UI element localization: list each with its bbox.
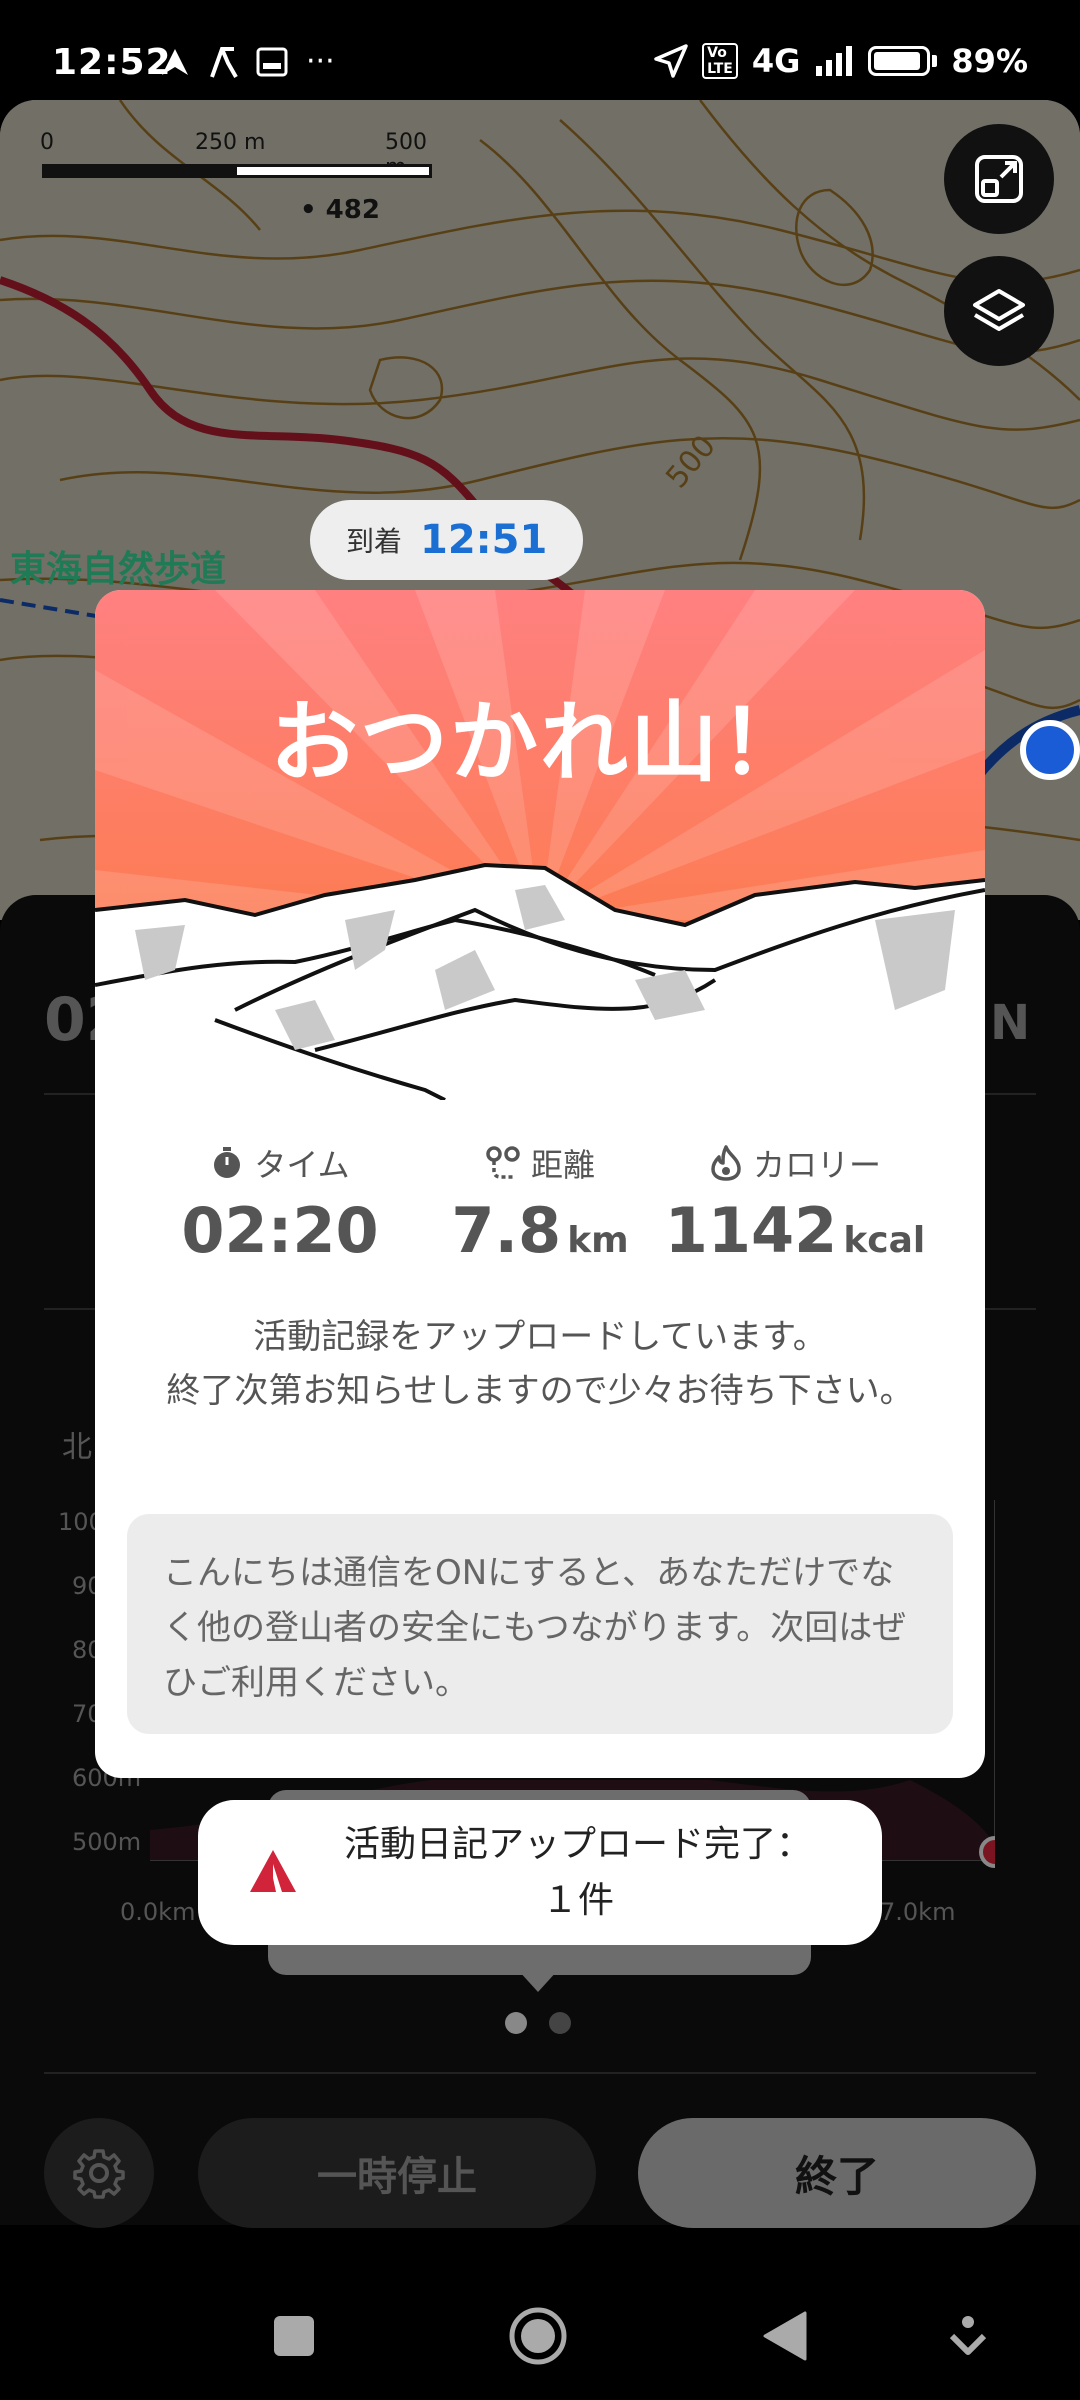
arrival-time: 12:51 xyxy=(420,517,548,563)
stat-time-value: 02:20 xyxy=(181,1194,379,1267)
activity-stats: タイム 02:20 距離 7.8 km カロリー 1142 kcal xyxy=(95,1140,985,1280)
layers-icon xyxy=(973,289,1025,331)
arrival-time-pill[interactable]: 到着 12:51 xyxy=(310,500,584,580)
background-tooltip-arrow xyxy=(518,1970,558,1992)
notification-pulldown-button[interactable] xyxy=(930,2298,1006,2374)
stat-distance-unit: km xyxy=(567,1220,629,1261)
status-notification-icons: ··· xyxy=(160,44,335,79)
more-notifications-icon: ··· xyxy=(306,44,335,79)
upload-status-message: 活動記録をアップロードしています。 終了次第お知らせしますので少々お待ち下さい。 xyxy=(155,1310,925,1418)
stat-calories-label: カロリー xyxy=(752,1146,881,1184)
pause-button[interactable]: 一時停止 xyxy=(198,2118,596,2228)
system-navigation-bar xyxy=(0,2270,1080,2400)
battery-tip xyxy=(932,55,938,67)
map-place-name: 東海自然歩道 xyxy=(10,549,227,590)
sheet-divider-3 xyxy=(44,2072,1036,2074)
status-time: 12:52 xyxy=(52,42,172,83)
stat-calories: カロリー 1142 kcal xyxy=(650,1140,940,1267)
chart-x-label: 7.0km xyxy=(880,1898,956,1926)
settings-button[interactable] xyxy=(44,2118,154,2228)
home-button[interactable] xyxy=(500,2298,576,2374)
app-notification-icon xyxy=(210,46,238,78)
gear-icon xyxy=(73,2149,125,2199)
route-pin-icon xyxy=(486,1146,520,1179)
chart-x-label: 0.0km xyxy=(120,1898,196,1926)
mountain-illustration xyxy=(95,590,985,1100)
map-expand-button[interactable] xyxy=(944,124,1054,234)
stat-time: タイム 02:20 xyxy=(165,1140,395,1267)
flame-icon xyxy=(711,1145,741,1181)
battery-percent: 89% xyxy=(951,42,1028,80)
stat-distance: 距離 7.8 km xyxy=(415,1140,665,1267)
network-type: 4G xyxy=(751,42,801,80)
stat-time-label: タイム xyxy=(254,1146,350,1184)
recents-button[interactable] xyxy=(256,2298,332,2374)
activity-complete-dialog[interactable]: おつかれ山！ タイム 02:20 距離 7.8 km カロリー 1142 kcal … xyxy=(95,590,985,1778)
navigation-notification-icon xyxy=(162,48,188,75)
back-button[interactable] xyxy=(746,2298,822,2374)
dialog-hero-banner: おつかれ山！ xyxy=(95,590,985,1100)
map-layers-button[interactable] xyxy=(944,256,1054,366)
end-activity-button[interactable]: 終了 xyxy=(638,2118,1036,2228)
square-icon xyxy=(274,2316,314,2356)
upload-complete-toast: 活動日記アップロード完了： １件 xyxy=(198,1800,882,1945)
stat-calories-unit: kcal xyxy=(843,1220,926,1261)
connectivity-info-box: こんにちは通信をONにすると、あなただけでなく他の登山者の安全にもつながります。… xyxy=(127,1514,953,1734)
sheet-north-indicator: N xyxy=(990,995,1031,1051)
chart-y-label: 500m xyxy=(72,1828,142,1856)
page-dot xyxy=(549,2012,571,2034)
pay-notification-icon xyxy=(256,47,288,76)
dialog-title: おつかれ山！ xyxy=(269,691,810,794)
battery-icon xyxy=(868,46,931,76)
back-triangle-icon xyxy=(763,2311,807,2361)
current-location-marker xyxy=(1020,720,1080,780)
toast-line-1: 活動日記アップロード完了： xyxy=(343,1823,812,1865)
stopwatch-icon xyxy=(214,1147,241,1178)
window-resize-icon xyxy=(975,155,1023,203)
status-system-icons: Vo LTE 4G 89% xyxy=(654,42,1028,80)
scale-zero: 0 xyxy=(40,130,54,155)
chart-end-marker xyxy=(979,1836,995,1868)
scale-mid: 250 m xyxy=(195,130,266,155)
toast-line-2: １件 xyxy=(541,1879,614,1921)
stat-calories-value: 1142 xyxy=(664,1194,838,1267)
sheet-page-indicator xyxy=(505,2012,571,2034)
app-logo-icon xyxy=(250,1850,296,1892)
signal-icon xyxy=(816,46,853,76)
map-elevation-label: • 482 xyxy=(300,195,380,225)
volte-icon: Vo LTE xyxy=(702,43,738,79)
page-dot-active xyxy=(505,2012,527,2034)
upload-message-line-2: 終了次第お知らせしますので少々お待ち下さい。 xyxy=(166,1371,914,1411)
chevron-down-icon xyxy=(949,2316,987,2355)
upload-message-line-1: 活動記録をアップロードしています。 xyxy=(253,1317,827,1357)
map-scale-bar: 0 250 m 500 m xyxy=(40,130,440,180)
stat-distance-label: 距離 xyxy=(530,1146,595,1184)
sheet-direction-label: 北 xyxy=(62,1430,92,1465)
scale-bar-graphic xyxy=(42,164,432,178)
status-bar: 12:52 ··· Vo LTE 4G 89% xyxy=(0,0,1080,100)
toast-message: 活動日記アップロード完了： １件 xyxy=(308,1817,848,1929)
home-circle-icon xyxy=(509,2307,567,2365)
location-arrow-icon xyxy=(654,44,688,78)
arrival-label: 到着 xyxy=(346,525,403,558)
stat-distance-value: 7.8 xyxy=(451,1194,562,1267)
